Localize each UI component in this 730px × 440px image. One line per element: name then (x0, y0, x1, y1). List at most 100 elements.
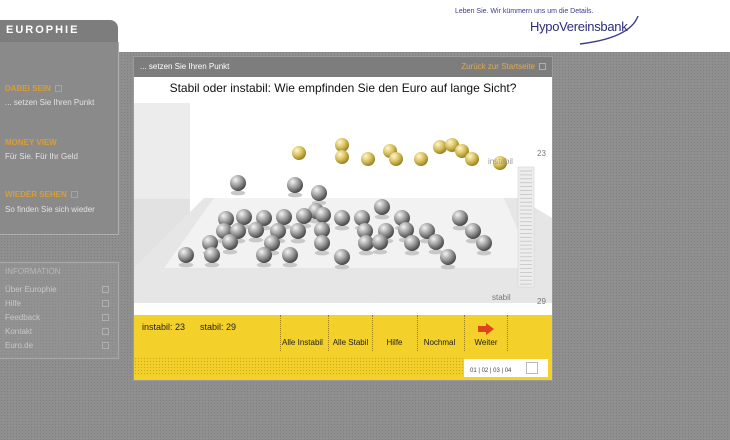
page-title: Stabil oder instabil: Wie empfinden Sie … (169, 81, 517, 95)
sidebar-nav: DABEI SEIN ... setzen Sie Ihren Punkt MO… (0, 42, 119, 235)
ball-shadow (290, 238, 306, 244)
scale-bottom-value: 29 (537, 297, 546, 306)
gold-ball[interactable] (433, 140, 447, 154)
site-logo[interactable]: EUROPHIE (0, 20, 118, 42)
gray-ball[interactable] (334, 249, 350, 265)
gold-ball[interactable] (292, 146, 306, 160)
gold-ball[interactable] (389, 152, 403, 166)
ball-shadow (178, 262, 194, 268)
sidebar-item-fuer-sie[interactable]: Für Sie. Für Ihr Geld (5, 152, 78, 161)
breadcrumb: ... setzen Sie Ihren Punkt (140, 62, 230, 71)
gray-ball[interactable] (404, 235, 420, 251)
gray-ball[interactable] (222, 234, 238, 250)
info-item-feedback[interactable]: Feedback (5, 313, 113, 322)
label-instabil: instabil (488, 157, 513, 166)
plus-icon (102, 342, 109, 349)
ball-shadow (476, 250, 492, 256)
label-stabil: stabil (492, 293, 511, 302)
dotted-strip (134, 357, 464, 375)
stabil-count: stabil: 29 (200, 322, 237, 332)
brand-name: HypoVereinsbank (530, 19, 628, 34)
back-arrow-icon (539, 63, 546, 70)
weiter-button[interactable]: Weiter (464, 315, 508, 351)
ball-shadow (374, 214, 390, 220)
gray-ball[interactable] (248, 222, 264, 238)
sidebar-item-so-finden[interactable]: So finden Sie sich wieder (5, 205, 95, 214)
info-item-euro-de[interactable]: Euro.de (5, 341, 113, 350)
scale-top-value: 23 (537, 149, 546, 158)
sidebar-section-money-view[interactable]: MONEY VIEW (5, 138, 57, 147)
gray-ball[interactable] (374, 199, 390, 215)
ball-shadow (222, 249, 238, 255)
gold-ball[interactable] (465, 152, 479, 166)
back-link[interactable]: Zurück zur Startseite (461, 62, 546, 71)
ball-shadow (372, 249, 388, 255)
ball-shadow (440, 264, 456, 270)
ball-shadow (230, 190, 246, 196)
info-title: INFORMATION (5, 267, 61, 276)
gray-ball[interactable] (465, 223, 481, 239)
gray-ball[interactable] (276, 209, 292, 225)
hilfe-button[interactable]: Hilfe (372, 315, 416, 351)
gray-ball[interactable] (311, 185, 327, 201)
gold-ball[interactable] (335, 150, 349, 164)
nochmal-button[interactable]: Nochmal (417, 315, 461, 351)
arrow-right-icon (478, 323, 494, 335)
sidebar-section-dabei-sein[interactable]: DABEI SEIN (5, 84, 62, 93)
gray-ball[interactable] (290, 223, 306, 239)
plus-icon (102, 328, 109, 335)
gray-ball[interactable] (256, 247, 272, 263)
ball-shadow (287, 192, 303, 198)
gray-ball[interactable] (315, 207, 331, 223)
ball-shadow (204, 262, 220, 268)
mini-scale: 05 01 | 02 | 03 | 04 (464, 359, 548, 377)
ball-shadow (314, 250, 330, 256)
gold-ball[interactable] (414, 152, 428, 166)
gold-ball[interactable] (361, 152, 375, 166)
plus-icon (102, 314, 109, 321)
gray-ball[interactable] (230, 175, 246, 191)
plus-icon (102, 286, 109, 293)
ball-vote-visualization[interactable] (134, 103, 552, 313)
gray-ball[interactable] (296, 208, 312, 224)
sidebar-section-wieder-sehen[interactable]: WIEDER SEHEN (5, 190, 78, 199)
ball-shadow (334, 225, 350, 231)
gold-ball[interactable] (335, 138, 349, 152)
expand-icon (70, 191, 78, 198)
info-panel: INFORMATION Über Europhie Hilfe Feedback… (0, 262, 119, 359)
gray-ball[interactable] (282, 247, 298, 263)
info-item-ueber[interactable]: Über Europhie (5, 285, 113, 294)
ball-shadow (248, 237, 264, 243)
gray-ball[interactable] (236, 209, 252, 225)
gray-ball[interactable] (372, 234, 388, 250)
ball-shadow (334, 264, 350, 270)
info-item-hilfe[interactable]: Hilfe (5, 299, 113, 308)
gray-ball[interactable] (334, 210, 350, 226)
alle-stabil-button[interactable]: Alle Stabil (328, 315, 372, 351)
ball-shadow (358, 250, 374, 256)
gray-ball[interactable] (358, 235, 374, 251)
ball-shadow (256, 262, 272, 268)
gray-ball[interactable] (452, 210, 468, 226)
gray-ball[interactable] (204, 247, 220, 263)
gray-ball[interactable] (314, 235, 330, 251)
instabil-count: instabil: 23 (142, 322, 186, 332)
plus-icon (102, 300, 109, 307)
gray-ball[interactable] (440, 249, 456, 265)
control-bar: instabil: 23 stabil: 29 Alle Instabil Al… (134, 315, 552, 380)
gold-balls (292, 138, 507, 170)
gray-ball[interactable] (428, 234, 444, 250)
gray-ball[interactable] (476, 235, 492, 251)
panel-header: ... setzen Sie Ihren Punkt Zurück zur St… (134, 57, 552, 77)
alle-instabil-button[interactable]: Alle Instabil (280, 315, 324, 351)
ball-shadow (404, 250, 420, 256)
brand-tagline: Leben Sie. Wir kümmern uns um die Detail… (455, 8, 594, 15)
ball-shadow (452, 225, 468, 231)
ball-shadow (282, 262, 298, 268)
info-item-kontakt[interactable]: Kontakt (5, 327, 113, 336)
gray-ball[interactable] (287, 177, 303, 193)
expand-icon (54, 85, 62, 92)
gray-ball[interactable] (178, 247, 194, 263)
sidebar-item-setzen[interactable]: ... setzen Sie Ihren Punkt (5, 98, 94, 107)
survey-panel: ... setzen Sie Ihren Punkt Zurück zur St… (133, 56, 553, 381)
